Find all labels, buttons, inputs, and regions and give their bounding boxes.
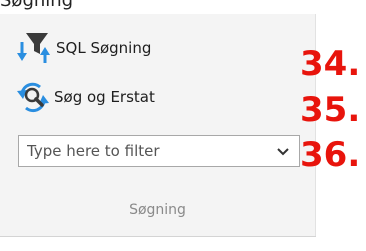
funnel-arrows-icon — [14, 30, 54, 66]
ribbon-group-divider — [0, 236, 316, 237]
search-replace-label: Søg og Erstat — [54, 88, 155, 106]
search-replace-button[interactable]: Søg og Erstat — [14, 79, 155, 115]
search-replace-icon — [14, 79, 54, 115]
chevron-down-icon[interactable] — [275, 144, 291, 160]
filter-input[interactable] — [19, 137, 267, 165]
page-title: Søgning — [0, 0, 74, 11]
filter-combobox[interactable] — [18, 135, 300, 167]
ribbon-group-label: Søgning — [129, 202, 186, 218]
sql-search-button[interactable]: SQL Søgning — [14, 30, 151, 66]
annotation-number-34: 34. — [300, 44, 361, 84]
annotation-number-35: 35. — [300, 90, 361, 130]
annotation-number-36: 36. — [300, 135, 361, 175]
sql-search-label: SQL Søgning — [56, 39, 152, 57]
